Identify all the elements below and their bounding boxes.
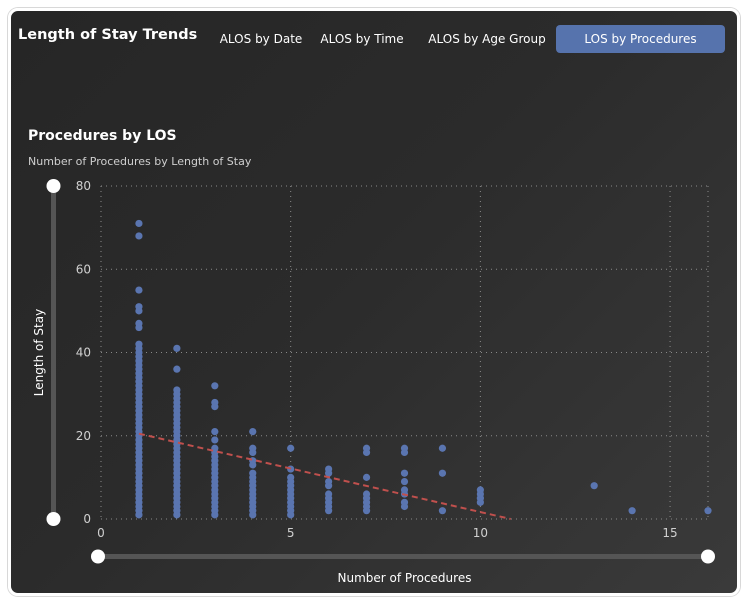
data-point (173, 511, 181, 519)
data-point (135, 511, 143, 519)
y-range-track (51, 186, 56, 519)
data-point (211, 511, 219, 519)
data-point (135, 307, 143, 315)
scatter-chart: 0 5 10 15 0 20 40 60 80 Length of Stay Number of… (32, 179, 715, 585)
data-point (173, 365, 181, 373)
x-tick-label: 15 (662, 526, 677, 540)
data-point (400, 502, 409, 511)
data-point (400, 477, 409, 486)
x-range-track (98, 554, 710, 559)
data-point (287, 511, 295, 519)
y-tick-label: 60 (76, 262, 91, 276)
x-axis-label: Number of Procedures (338, 571, 472, 585)
data-point (362, 448, 371, 456)
data-points (135, 219, 712, 519)
data-point (135, 286, 143, 294)
x-tick-label: 0 (97, 526, 105, 540)
chart-grid (100, 185, 709, 520)
dashboard-panel: Length of Stay Trends ALOS by Date ALOS … (8, 8, 740, 596)
data-point (249, 461, 257, 469)
data-point (628, 507, 636, 515)
range-sliders (46, 179, 715, 564)
y-tick-label: 80 (76, 179, 91, 193)
x-tick-label: 5 (287, 526, 295, 540)
data-point (362, 473, 371, 481)
data-point (362, 507, 371, 515)
data-point (211, 403, 219, 411)
data-point (590, 482, 598, 490)
data-point (704, 507, 712, 515)
data-point (287, 444, 295, 452)
data-point (249, 511, 257, 519)
data-point (135, 323, 143, 332)
trend-line (138, 432, 511, 520)
data-point (249, 448, 257, 456)
data-point (325, 507, 333, 515)
y-range-handle-bottom[interactable] (46, 512, 61, 526)
data-point (400, 469, 409, 477)
data-point (135, 232, 143, 240)
data-point (211, 382, 219, 390)
data-point (249, 427, 257, 436)
y-tick-label: 40 (76, 346, 91, 360)
data-point (476, 498, 484, 506)
data-point (211, 427, 219, 436)
y-axis-label: Length of Stay (32, 309, 46, 396)
data-point (211, 436, 219, 444)
data-point (438, 469, 447, 477)
y-range-handle-top[interactable] (46, 179, 61, 193)
axis-ticks: 0 5 10 15 0 20 40 60 80 (76, 179, 678, 540)
data-point (135, 219, 143, 228)
x-range-handle-left[interactable] (91, 549, 105, 564)
data-point (400, 448, 409, 456)
x-tick-label: 10 (473, 526, 488, 540)
data-point (438, 444, 447, 452)
y-tick-label: 0 (83, 512, 91, 526)
x-range-handle-right[interactable] (701, 549, 715, 564)
data-point (325, 482, 333, 490)
data-point (173, 344, 181, 352)
data-point (438, 507, 447, 515)
y-tick-label: 20 (76, 429, 91, 443)
